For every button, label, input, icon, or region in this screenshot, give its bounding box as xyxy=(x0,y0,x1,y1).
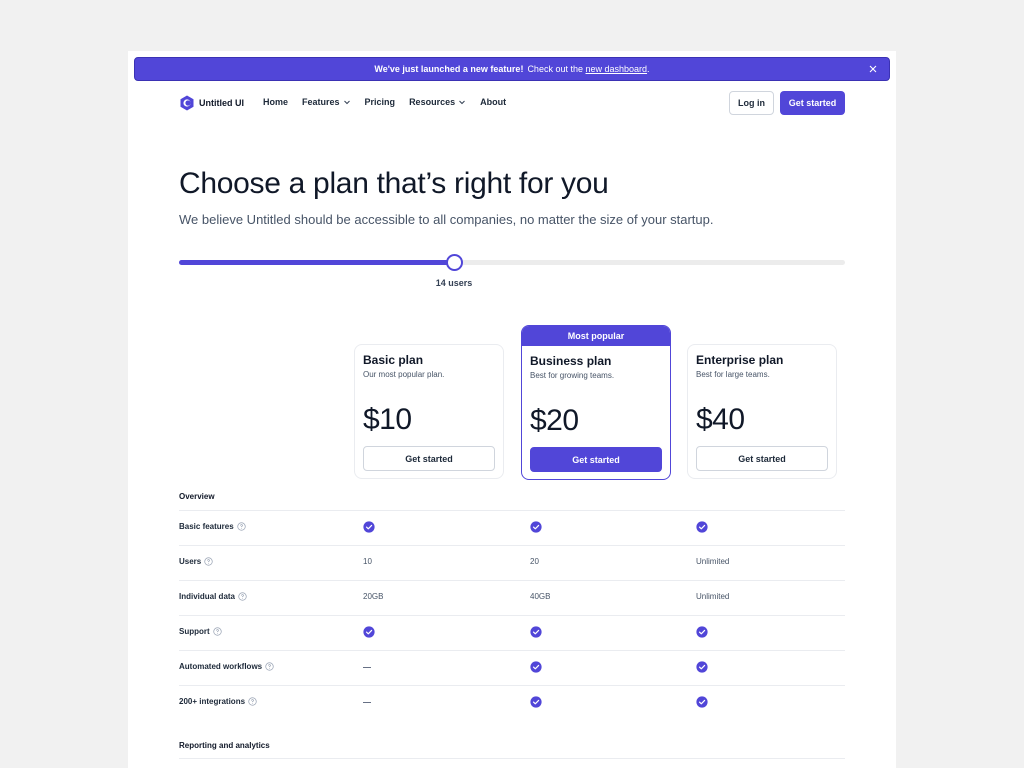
nav-link-label: About xyxy=(480,97,507,107)
check-circle-icon xyxy=(696,661,708,673)
nav-link-label: Home xyxy=(263,97,289,107)
table-row: Users 10 20 Unlimited xyxy=(179,545,845,580)
card-body: Business plan Best for growing teams. $2… xyxy=(522,345,670,479)
table-cell: 20GB xyxy=(363,592,384,601)
banner-strong-text: We've just launched a new feature! xyxy=(374,64,524,74)
plan-price: $20 xyxy=(530,404,579,437)
check-circle-icon xyxy=(363,521,375,533)
plan-price: $10 xyxy=(363,403,412,436)
plan-price: $40 xyxy=(696,403,745,436)
row-label: Individual data xyxy=(179,592,247,601)
banner-text: Check out the xyxy=(527,64,583,74)
plan-description: Best for growing teams. xyxy=(530,371,615,380)
plan-name: Enterprise plan xyxy=(696,353,784,367)
check-circle-icon xyxy=(363,626,375,638)
table-divider xyxy=(179,758,845,768)
table-row: 200+ integrations xyxy=(179,685,845,720)
nav-link-pricing[interactable]: Pricing xyxy=(365,97,396,107)
table-row: Support xyxy=(179,615,845,650)
chevron-down-icon xyxy=(343,100,350,105)
row-label: Automated workflows xyxy=(179,662,274,671)
plan-card-basic: Basic plan Our most popular plan. $10 Ge… xyxy=(354,344,504,479)
nav-link-label: Resources xyxy=(409,97,456,107)
banner-suffix: . xyxy=(647,64,650,74)
nav-links: Home Features Pricing Resources About xyxy=(263,97,506,107)
users-slider[interactable] xyxy=(179,254,845,271)
dash-icon xyxy=(363,667,371,668)
login-button[interactable]: Log in xyxy=(729,91,774,115)
row-label: Users xyxy=(179,557,213,566)
card-body: Enterprise plan Best for large teams. $4… xyxy=(688,345,836,478)
help-circle-icon[interactable] xyxy=(265,662,274,671)
get-started-basic-button[interactable]: Get started xyxy=(363,446,495,471)
banner-link-new-dashboard[interactable]: new dashboard xyxy=(586,64,648,74)
announcement-banner: We've just launched a new feature! Check… xyxy=(134,57,890,81)
check-circle-icon xyxy=(696,696,708,708)
page-title: Choose a plan that’s right for you xyxy=(179,167,609,200)
table-row: Individual data 20GB 40GB Unlimited xyxy=(179,580,845,615)
table-row: Automated workflows xyxy=(179,650,845,685)
row-label-text: Basic features xyxy=(179,522,234,531)
brand-name: Untitled UI xyxy=(199,98,244,108)
row-label: Support xyxy=(179,627,222,636)
plan-description: Best for large teams. xyxy=(696,370,770,379)
row-label-text: Automated workflows xyxy=(179,662,263,671)
plan-name: Basic plan xyxy=(363,353,424,367)
close-icon[interactable] xyxy=(867,63,879,75)
card-body: Basic plan Our most popular plan. $10 Ge… xyxy=(355,345,503,478)
table-cell: Unlimited xyxy=(696,557,730,566)
dash-icon xyxy=(363,702,371,703)
slider-thumb[interactable] xyxy=(446,254,463,271)
check-circle-icon xyxy=(696,521,708,533)
table-cell: Unlimited xyxy=(696,592,730,601)
nav-link-features[interactable]: Features xyxy=(302,97,351,107)
get-started-enterprise-button[interactable]: Get started xyxy=(696,446,828,471)
row-label-text: Support xyxy=(179,627,210,636)
get-started-button[interactable]: Get started xyxy=(780,91,845,115)
check-circle-icon xyxy=(530,661,542,673)
nav-link-resources[interactable]: Resources xyxy=(409,97,466,107)
nav-link-label: Features xyxy=(302,97,340,107)
pricing-page: We've just launched a new feature! Check… xyxy=(128,51,896,768)
nav-link-about[interactable]: About xyxy=(480,97,506,107)
check-circle-icon xyxy=(530,521,542,533)
table-cell: 10 xyxy=(363,557,372,566)
plan-card-business: Most popular Business plan Best for grow… xyxy=(521,325,671,480)
help-circle-icon[interactable] xyxy=(238,592,247,601)
check-circle-icon xyxy=(530,696,542,708)
check-circle-icon xyxy=(696,626,708,638)
row-label-text: Individual data xyxy=(179,592,236,601)
page-subtitle: We believe Untitled should be accessible… xyxy=(179,212,714,227)
section-title-reporting: Reporting and analytics xyxy=(179,741,270,750)
plan-card-enterprise: Enterprise plan Best for large teams. $4… xyxy=(687,344,837,479)
row-label-text: Users xyxy=(179,557,202,566)
table-cell: 20 xyxy=(530,557,539,566)
nav-link-home[interactable]: Home xyxy=(263,97,288,107)
slider-value-label: 14 users xyxy=(435,278,473,288)
help-circle-icon[interactable] xyxy=(237,522,246,531)
plan-name: Business plan xyxy=(530,354,612,368)
brand-logo[interactable]: Untitled UI xyxy=(179,95,244,111)
row-label: 200+ integrations xyxy=(179,697,257,706)
help-circle-icon[interactable] xyxy=(213,627,222,636)
row-label-text: 200+ integrations xyxy=(179,697,246,706)
nav-link-label: Pricing xyxy=(364,97,396,107)
help-circle-icon[interactable] xyxy=(204,557,213,566)
logo-icon xyxy=(180,95,194,111)
table-cell: 40GB xyxy=(530,592,551,601)
table-row: Basic features xyxy=(179,510,845,545)
get-started-business-button[interactable]: Get started xyxy=(530,447,662,472)
slider-fill xyxy=(179,260,454,265)
row-label: Basic features xyxy=(179,522,246,531)
help-circle-icon[interactable] xyxy=(248,697,257,706)
most-popular-badge: Most popular xyxy=(522,326,670,345)
plan-description: Our most popular plan. xyxy=(363,370,445,379)
section-title-overview: Overview xyxy=(179,492,215,501)
top-nav: Untitled UI Home Features Pricing Resour… xyxy=(179,91,845,115)
chevron-down-icon xyxy=(459,100,465,105)
check-circle-icon xyxy=(530,626,542,638)
